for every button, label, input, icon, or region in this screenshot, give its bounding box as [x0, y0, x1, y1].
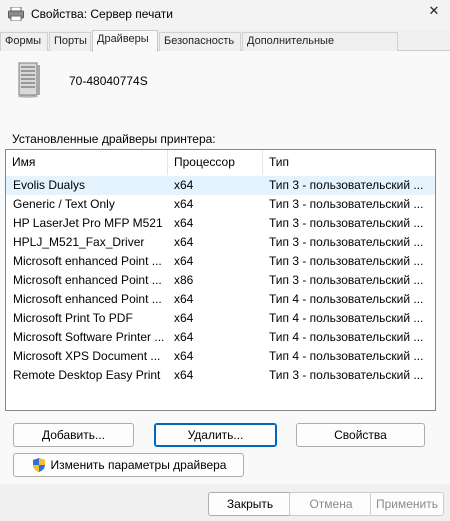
cancel-button[interactable]: Отмена	[289, 492, 373, 516]
printer-icon	[8, 7, 24, 21]
row-name: Generic / Text Only	[13, 197, 115, 211]
table-row[interactable]: Microsoft enhanced Point ... x86 Тип 3 -…	[6, 271, 435, 290]
tab-strip: Формы Порты Драйверы Безопасность Дополн…	[0, 30, 450, 64]
row-processor: x64	[174, 330, 194, 344]
close-dialog-button[interactable]: Закрыть	[208, 492, 292, 516]
list-header: Имя Процессор Тип	[6, 150, 435, 175]
add-button[interactable]: Добавить...	[13, 423, 134, 447]
server-name: 70-48040774S	[69, 74, 148, 88]
row-type: Тип 3 - пользовательский ...	[269, 178, 424, 192]
tab-forms[interactable]: Формы	[0, 32, 48, 51]
row-type: Тип 4 - пользовательский ...	[269, 330, 424, 344]
row-processor: x64	[174, 368, 194, 382]
row-name: Microsoft Print To PDF	[13, 311, 133, 325]
row-name: Microsoft enhanced Point ...	[13, 254, 162, 268]
column-header-type[interactable]: Тип	[263, 150, 433, 175]
remove-button[interactable]: Удалить...	[154, 423, 277, 447]
table-row[interactable]: Microsoft XPS Document ... x64 Тип 4 - п…	[6, 347, 435, 366]
row-type: Тип 4 - пользовательский ...	[269, 349, 424, 363]
table-row[interactable]: HP LaserJet Pro MFP M521 ... x64 Тип 3 -…	[6, 214, 435, 233]
tab-security[interactable]: Безопасность	[159, 32, 241, 51]
table-row[interactable]: Microsoft enhanced Point ... x64 Тип 4 -…	[6, 290, 435, 309]
row-type: Тип 3 - пользовательский ...	[269, 235, 424, 249]
row-processor: x64	[174, 216, 194, 230]
table-row[interactable]: Generic / Text Only x64 Тип 3 - пользова…	[6, 195, 435, 214]
row-name: Evolis Dualys	[13, 178, 86, 192]
server-tower-icon	[18, 62, 40, 98]
apply-button[interactable]: Применить	[370, 492, 444, 516]
row-processor: x64	[174, 254, 194, 268]
table-row[interactable]: Microsoft Print To PDF x64 Тип 4 - польз…	[6, 309, 435, 328]
row-processor: x64	[174, 178, 194, 192]
row-name: HPLJ_M521_Fax_Driver	[13, 235, 145, 249]
tab-drivers[interactable]: Драйверы	[92, 30, 158, 52]
table-row[interactable]: HPLJ_M521_Fax_Driver x64 Тип 3 - пользов…	[6, 233, 435, 252]
column-header-name[interactable]: Имя	[6, 150, 168, 175]
table-row[interactable]: Microsoft Software Printer ... x64 Тип 4…	[6, 328, 435, 347]
tab-ports[interactable]: Порты	[49, 32, 91, 51]
row-processor: x64	[174, 349, 194, 363]
row-name: Microsoft XPS Document ...	[13, 349, 161, 363]
change-driver-settings-label: Изменить параметры драйвера	[50, 458, 227, 472]
row-type: Тип 4 - пользовательский ...	[269, 311, 424, 325]
row-type: Тип 3 - пользовательский ...	[269, 254, 424, 268]
close-button[interactable]: ✕	[418, 0, 450, 22]
title-bar: Свойства: Сервер печати ✕	[0, 0, 450, 30]
drivers-list[interactable]: Имя Процессор Тип Evolis Dualys x64 Тип …	[5, 149, 436, 411]
row-name: Microsoft Software Printer ...	[13, 330, 165, 344]
table-row[interactable]: Evolis Dualys x64 Тип 3 - пользовательск…	[6, 176, 435, 195]
row-type: Тип 3 - пользовательский ...	[269, 273, 424, 287]
row-processor: x64	[174, 311, 194, 325]
window-title: Свойства: Сервер печати	[31, 7, 173, 21]
row-name: Remote Desktop Easy Print	[13, 368, 161, 382]
row-name: HP LaserJet Pro MFP M521 ...	[13, 216, 165, 230]
row-type: Тип 3 - пользовательский ...	[269, 368, 424, 382]
row-processor: x64	[174, 235, 194, 249]
table-row[interactable]: Microsoft enhanced Point ... x64 Тип 3 -…	[6, 252, 435, 271]
row-name: Microsoft enhanced Point ...	[13, 273, 162, 287]
row-processor: x64	[174, 197, 194, 211]
row-type: Тип 3 - пользовательский ...	[269, 216, 424, 230]
tab-advanced[interactable]: Дополнительные параметры	[242, 32, 398, 64]
change-driver-settings-button[interactable]: Изменить параметры драйвера	[13, 453, 244, 477]
row-name: Microsoft enhanced Point ...	[13, 292, 162, 306]
installed-drivers-label: Установленные драйверы принтера:	[12, 132, 216, 146]
row-processor: x86	[174, 273, 194, 287]
properties-button[interactable]: Свойства	[296, 423, 425, 447]
column-header-processor[interactable]: Процессор	[168, 150, 263, 175]
uac-shield-icon	[32, 458, 45, 472]
table-row[interactable]: Remote Desktop Easy Print x64 Тип 3 - по…	[6, 366, 435, 385]
row-processor: x64	[174, 292, 194, 306]
row-type: Тип 3 - пользовательский ...	[269, 197, 424, 211]
row-type: Тип 4 - пользовательский ...	[269, 292, 424, 306]
